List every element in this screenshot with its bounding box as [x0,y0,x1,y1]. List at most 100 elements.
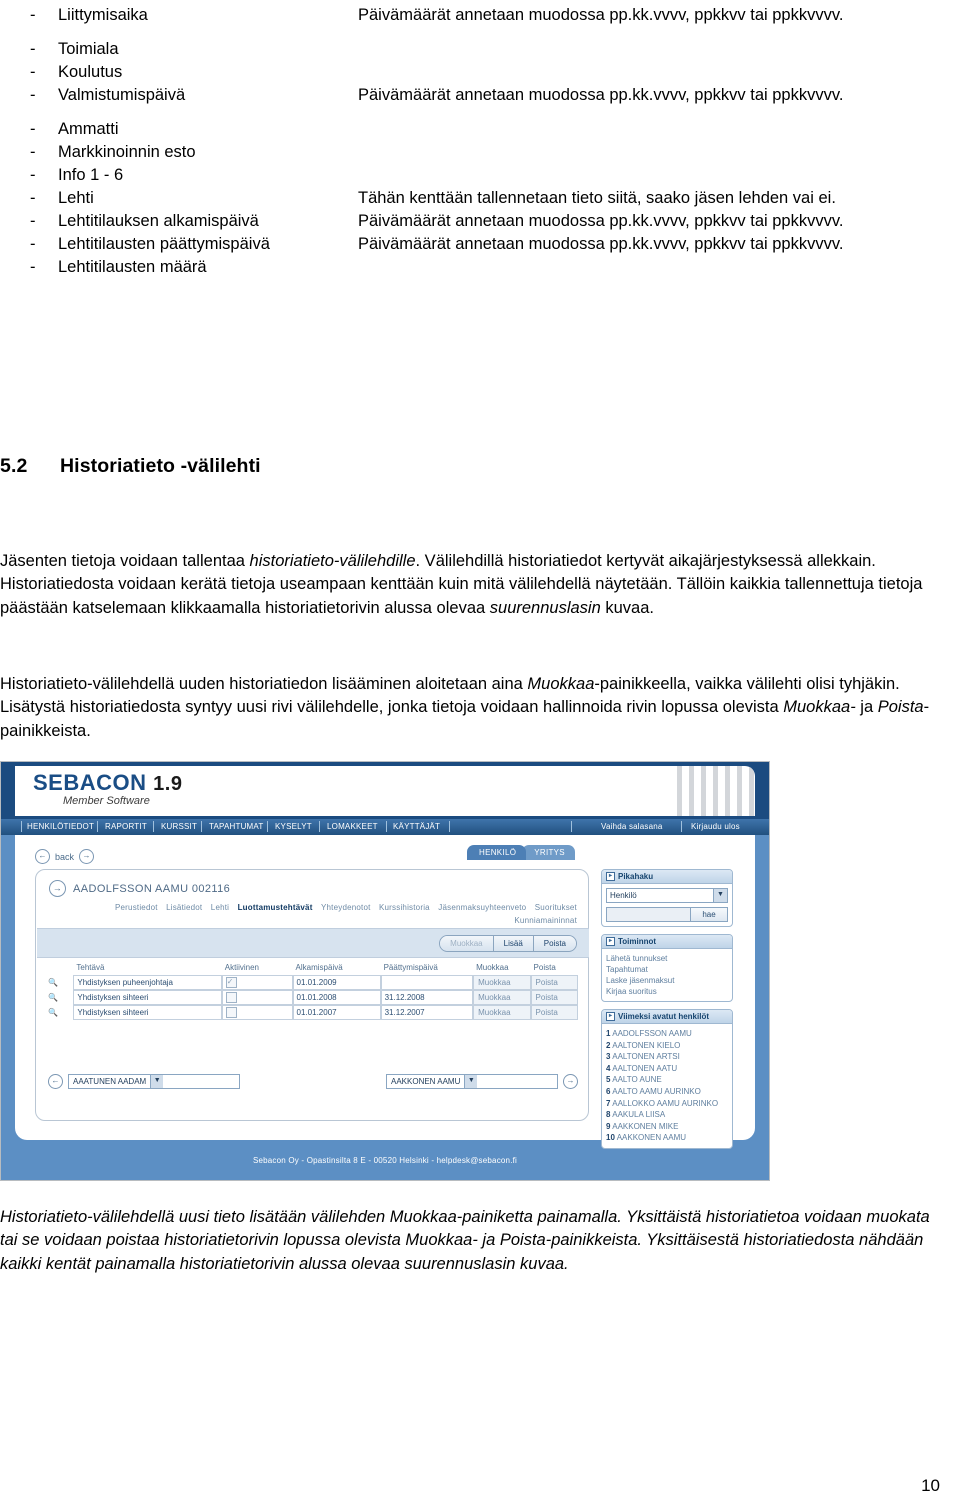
checkbox-aktiivinen[interactable] [225,976,237,988]
field-label: Lehti [58,189,94,207]
recent-name[interactable]: AALTONEN AATU [612,1064,677,1073]
tab-henkilo-label: HENKILÖ [479,848,517,857]
recent-name[interactable]: AALTONEN ARTSI [612,1052,680,1061]
toiminnot-link-laske-jasenmaksut[interactable]: Laske jäsenmaksut [606,975,728,986]
toiminnot-link-laheta-tunnukset[interactable]: Lähetä tunnukset [606,953,728,964]
next-record-icon[interactable]: → [563,1074,578,1089]
bullet-dash: - [30,143,36,161]
row-muokkaa-link[interactable]: Muokkaa [473,990,531,1005]
recent-name[interactable]: AALTONEN KIELO [612,1041,680,1050]
section-number: 5.2 [0,455,28,477]
toiminnot-link-kirjaa-suoritus[interactable]: Kirjaa suoritus [606,986,728,997]
next-record-select[interactable]: AAKKONEN AAMU ▼ [386,1074,558,1089]
recent-name[interactable]: AAKULA LIISA [612,1110,665,1119]
row-muokkaa-link[interactable]: Muokkaa [473,1005,531,1020]
subtab-perustiedot[interactable]: Perustiedot [115,903,158,912]
recent-name[interactable]: AAKKONEN AAMU [617,1133,686,1142]
list-item: 2 AALTONEN KIELO [606,1040,728,1052]
nav-item-raportit[interactable]: RAPORTIT [105,822,147,831]
nav-item-henkilotiedot[interactable]: HENKILÖTIEDOT [27,822,94,831]
magnifier-icon[interactable]: 🔍 [48,978,58,987]
chevron-down-icon[interactable]: ▼ [713,889,727,902]
bullet-dash: - [30,6,36,24]
tab-yritys[interactable]: YRITYS [522,845,575,860]
panel-collapse-icon[interactable]: ▸ [606,872,615,881]
row-poista-link[interactable]: Poista [530,990,578,1005]
field-label: Toimiala [58,40,119,58]
nav-item-kurssit[interactable]: KURSSIT [161,822,197,831]
prev-record-icon[interactable]: ← [48,1074,63,1089]
subtab-suoritukset[interactable]: Suoritukset [535,903,577,912]
panel-collapse-icon[interactable]: ▸ [606,1012,615,1021]
nav-item-kyselyt[interactable]: KYSELYT [275,822,312,831]
magnifier-icon[interactable]: 🔍 [48,1008,58,1017]
subtab-lisatiedot[interactable]: Lisätiedot [166,903,202,912]
recent-index: 8 [606,1110,611,1120]
list-item: - Ammatti [30,118,930,141]
pikahaku-search-button[interactable]: hae [691,907,728,922]
subtab-yhteydenotot[interactable]: Yhteydenotot [321,903,371,912]
toiminnot-link-tapahtumat[interactable]: Tapahtumat [606,964,728,975]
subtab-lehti[interactable]: Lehti [211,903,229,912]
field-label: Info 1 - 6 [58,166,124,184]
chevron-down-icon[interactable]: ▼ [150,1075,164,1088]
list-item: - Valmistumispäivä Päivämäärät annetaan … [30,84,930,107]
pikahaku-type-select[interactable]: Henkilö ▼ [606,888,728,903]
panel-collapse-icon[interactable]: ▸ [606,937,615,946]
bullet-dash: - [30,166,36,184]
figure-caption: Historiatieto-välilehdellä uusi tieto li… [0,1207,930,1273]
field-label: Liittymisaika [58,6,148,24]
nav-item-kayttajat[interactable]: KÄYTTÄJÄT [393,822,440,831]
nav-item-vaihda-salasana[interactable]: Vaihda salasana [601,822,663,831]
row-poista-link[interactable]: Poista [530,975,578,990]
recent-name[interactable]: AALLOKKO AAMU AURINKO [612,1099,718,1108]
checkbox-aktiivinen[interactable] [225,992,237,1003]
prev-record-group: ← AAATUNEN AADAM ▼ [48,1074,240,1089]
subtab-luottamustehtavat[interactable]: Luottamustehtävät [238,903,313,912]
pikahaku-search-input[interactable] [606,907,691,922]
nav-item-tapahtumat[interactable]: TAPAHTUMAT [209,822,263,831]
logo-version: 1.9 [153,773,183,795]
field-label: Markkinoinnin esto [58,143,196,161]
col-tehtava: Tehtävä [76,963,105,972]
recent-index: 9 [606,1121,611,1131]
action-button-group: Muokkaa Lisää Poista [439,935,577,952]
page-number: 10 [921,1476,940,1495]
nav-item-lomakkeet[interactable]: LOMAKKEET [327,822,378,831]
tab-henkilo[interactable]: HENKILÖ [467,845,527,860]
recent-title: Viimeksi avatut henkilöt [618,1012,709,1021]
row-poista-link[interactable]: Poista [530,1005,578,1020]
prev-record-select[interactable]: AAATUNEN AADAM ▼ [68,1074,240,1089]
table-head: Tehtävä Aktiivinen Alkamispäivä Päättymi… [48,962,578,975]
poista-button[interactable]: Poista [533,936,576,951]
recent-name[interactable]: AAKKONEN MIKE [612,1122,678,1131]
bullet-dash: - [30,212,36,230]
checkbox-aktiivinen[interactable] [225,1007,237,1018]
chevron-down-icon[interactable]: ▼ [464,1075,478,1088]
header-stripes-decoration [677,766,755,816]
person-arrow-icon[interactable]: → [49,880,66,897]
muokkaa-button[interactable]: Muokkaa [440,936,494,951]
para2-emphasis-3: Poista [877,698,924,716]
row-muokkaa-link[interactable]: Muokkaa [473,975,531,990]
recent-name[interactable]: AADOLFSSON AAMU [612,1029,692,1038]
field-description: Päivämäärät annetaan muodossa pp.kk.vvvv… [358,6,844,24]
pikahaku-panel-body: Henkilö ▼ hae [602,884,732,926]
subtab-jasenmaksuyhteenveto[interactable]: Jäsenmaksuyhteenveto [438,903,526,912]
subtab-kurssihistoria[interactable]: Kurssihistoria [379,903,430,912]
nav-item-kirjaudu-ulos[interactable]: Kirjaudu ulos [691,822,740,831]
recent-name[interactable]: AALTO AAMU AURINKO [612,1087,701,1096]
app-body: ← back → HENKILÖ YRITYS → AADOLFSSON AAM… [1,835,769,1152]
field-description: Päivämäärät annetaan muodossa pp.kk.vvvv… [358,212,844,230]
recent-name[interactable]: AALTO AUNE [612,1075,662,1084]
list-item: 1 AADOLFSSON AAMU [606,1028,728,1040]
back-navigation[interactable]: ← back → [35,849,95,864]
field-label: Lehtitilauksen alkamispäivä [58,212,259,230]
lisaa-button[interactable]: Lisää [493,936,534,951]
entity-tabs: HENKILÖ YRITYS [467,845,575,860]
back-arrow-icon[interactable]: ← [35,849,50,864]
subtab-kunniamaininnat[interactable]: Kunniamaininnat [514,916,577,925]
forward-arrow-icon[interactable]: → [79,849,95,864]
magnifier-icon[interactable]: 🔍 [48,993,58,1002]
